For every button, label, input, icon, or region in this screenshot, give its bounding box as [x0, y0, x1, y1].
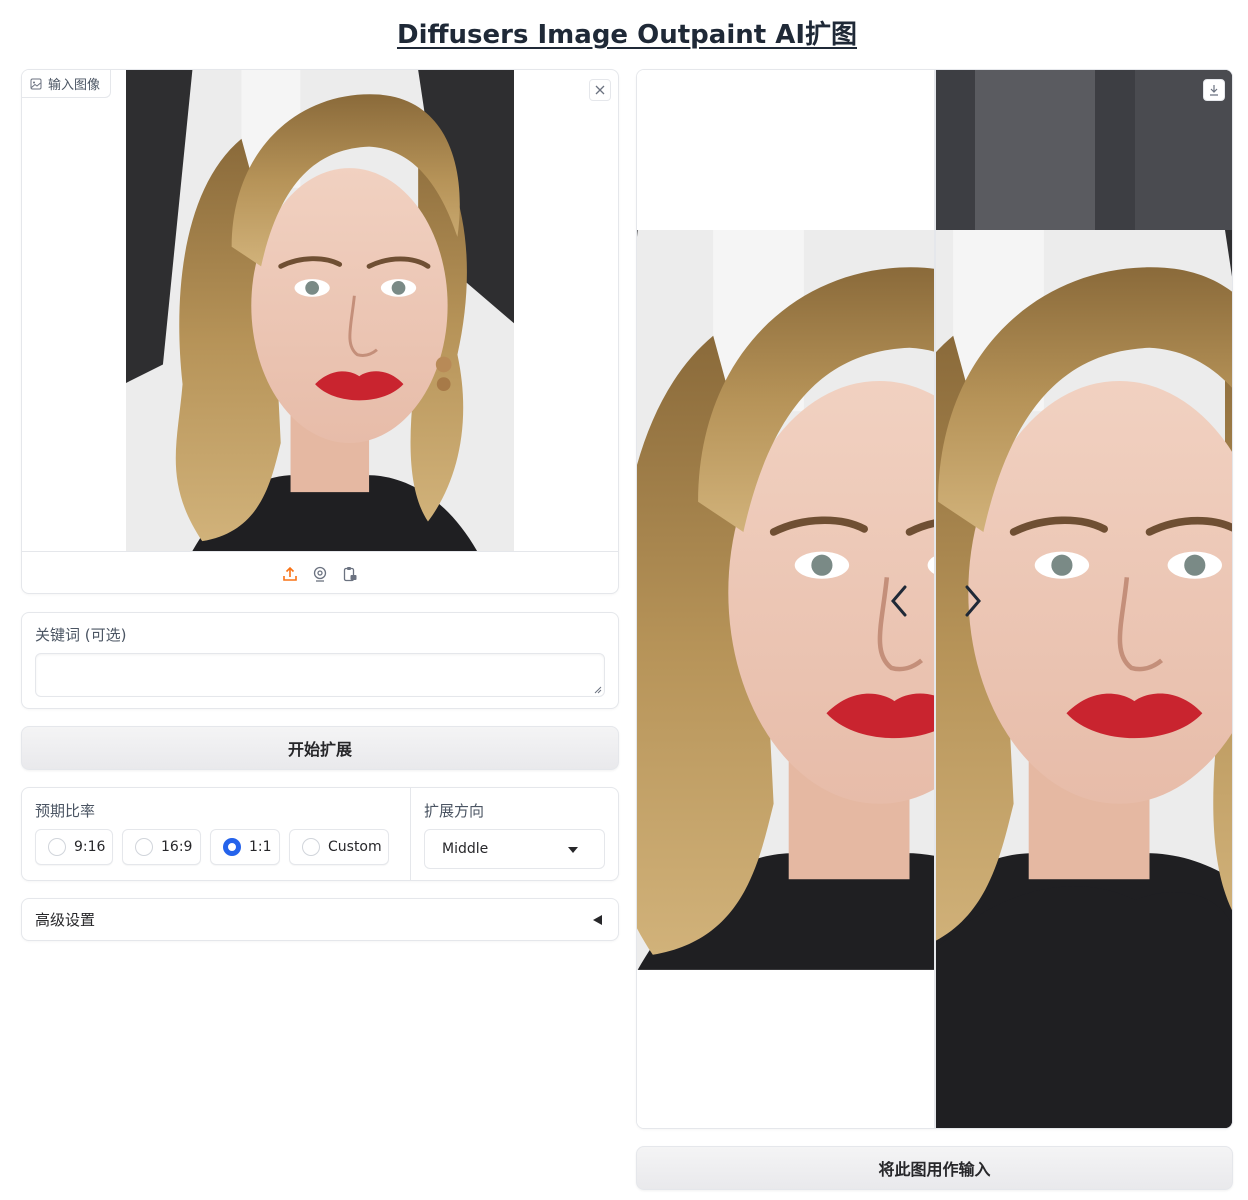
input-image-label-chip: 输入图像	[22, 70, 112, 98]
prompt-label: 关键词 (可选)	[35, 626, 127, 644]
chevron-left-icon[interactable]	[887, 583, 913, 619]
input-image-panel[interactable]: 输入图像	[21, 69, 619, 594]
alignment-dropdown[interactable]: Middle	[424, 829, 605, 869]
chevron-right-icon[interactable]	[959, 583, 985, 619]
alignment-selected: Middle	[442, 841, 489, 857]
ratio-option-9-16[interactable]: 9:16	[35, 829, 113, 865]
page-title-link[interactable]: Diffusers Image Outpaint AI扩图	[397, 20, 857, 50]
download-button[interactable]	[1203, 79, 1225, 101]
resize-grip-icon[interactable]	[594, 686, 602, 694]
download-icon	[1210, 85, 1218, 96]
webcam-icon[interactable]	[311, 565, 329, 583]
ratio-option-label: 1:1	[249, 839, 272, 855]
ratio-option-1-1[interactable]: 1:1	[210, 829, 280, 865]
radio-circle[interactable]	[48, 838, 66, 856]
ratio-option-label: Custom	[328, 839, 382, 855]
ratio-label: 预期比率	[35, 802, 96, 820]
radio-circle-checked[interactable]	[223, 838, 241, 856]
page-title: Diffusers Image Outpaint AI扩图	[0, 14, 1248, 51]
radio-circle[interactable]	[302, 838, 320, 856]
caret-down-icon	[568, 847, 578, 853]
ratio-option-16-9[interactable]: 16:9	[122, 829, 201, 865]
clear-image-button[interactable]	[589, 79, 611, 101]
prompt-input[interactable]	[35, 653, 605, 697]
collapse-arrow-icon	[593, 915, 602, 925]
options-divider	[410, 788, 411, 880]
options-panel: 预期比率 9:16 16:9 1:1 Custom 扩展方向 Middle	[21, 787, 619, 881]
input-image	[126, 70, 514, 551]
image-source-toolbar	[22, 551, 618, 593]
radio-circle[interactable]	[135, 838, 153, 856]
slider-handle[interactable]	[934, 70, 936, 1128]
clipboard-icon[interactable]	[341, 565, 359, 583]
advanced-settings-accordion[interactable]: 高级设置	[21, 898, 619, 941]
ratio-option-custom[interactable]: Custom	[289, 829, 389, 865]
generate-button[interactable]: 开始扩展	[21, 726, 619, 770]
prompt-panel: 关键词 (可选)	[21, 612, 619, 709]
alignment-label: 扩展方向	[424, 802, 485, 820]
upload-icon[interactable]	[281, 565, 299, 583]
result-comparison-slider[interactable]	[636, 69, 1233, 1129]
ratio-option-label: 9:16	[74, 839, 106, 855]
image-icon	[30, 78, 42, 89]
use-as-input-button[interactable]: 将此图用作输入	[636, 1146, 1233, 1190]
close-icon	[595, 85, 605, 95]
input-image-label: 输入图像	[48, 78, 101, 93]
advanced-settings-label: 高级设置	[35, 911, 96, 929]
ratio-option-label: 16:9	[161, 839, 193, 855]
